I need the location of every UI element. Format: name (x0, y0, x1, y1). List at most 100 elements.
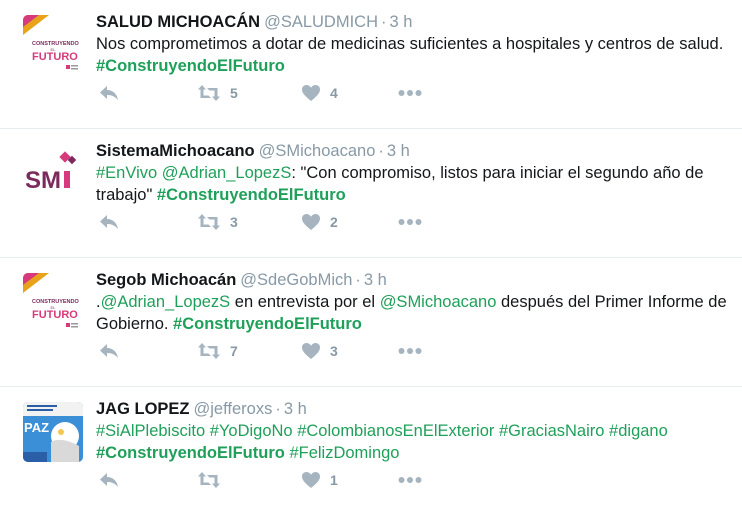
tweet-text-segment: Nos comprometimos a dotar de medicinas s… (96, 35, 724, 53)
author-name[interactable]: SistemaMichoacano (96, 142, 255, 160)
like-button[interactable]: 1 (301, 469, 338, 491)
hashtag-link[interactable]: #ConstruyendoElFuturo (96, 57, 285, 75)
tweet: CONSTRUYENDO EL FUTURO SALUD MICHOACÁN @S… (0, 0, 742, 129)
logo-text-line1: CONSTRUYENDO (32, 41, 79, 47)
heart-icon (302, 343, 320, 359)
reply-button[interactable] (98, 211, 120, 233)
reply-icon (100, 86, 118, 100)
retweet-button[interactable]: 3 (197, 211, 238, 233)
logo-text: SM (25, 167, 61, 194)
tweet: SM SistemaMichoacano @SMichoacano · 3 h #En… (0, 129, 742, 258)
heart-icon (302, 85, 320, 101)
author-name[interactable]: JAG LOPEZ (96, 400, 190, 418)
retweet-icon (198, 214, 220, 230)
more-button[interactable] (398, 82, 422, 104)
tweet-header: SistemaMichoacano @SMichoacano · 3 h (96, 141, 410, 161)
like-button[interactable]: 3 (301, 340, 338, 362)
tweet-header: JAG LOPEZ @jefferoxs · 3 h (96, 399, 307, 419)
author-name[interactable]: Segob Michoacán (96, 271, 236, 289)
reply-button[interactable] (98, 82, 120, 104)
tweet-text: #SiAlPlebiscito #YoDigoNo #ColombianosEn… (96, 420, 728, 464)
tweet-header: Segob Michoacán @SdeGobMich · 3 h (96, 270, 387, 290)
avatar[interactable]: PAZ (23, 402, 83, 462)
retweet-count: 3 (230, 214, 238, 230)
separator-dot: · (378, 142, 384, 160)
author-handle[interactable]: @jefferoxs (194, 400, 273, 418)
avatar[interactable]: CONSTRUYENDO EL FUTURO (23, 273, 83, 333)
tweet-time[interactable]: 3 h (364, 271, 387, 289)
hashtag-link[interactable]: #SiAlPlebiscito (96, 422, 205, 440)
tweet-timeline: CONSTRUYENDO EL FUTURO SALUD MICHOACÁN @S… (0, 0, 742, 516)
more-dots-icon (398, 477, 422, 483)
tweet-actions: 1 (96, 469, 496, 491)
mention-link[interactable]: @Adrian_LopezS (162, 164, 292, 182)
tweet-text: Nos comprometimos a dotar de medicinas s… (96, 33, 728, 77)
logo-text-line3: FUTURO (32, 51, 78, 63)
tweet-actions: 3 2 (96, 211, 496, 233)
more-button[interactable] (398, 211, 422, 233)
retweet-icon (198, 343, 220, 359)
hashtag-link[interactable]: #ConstruyendoElFuturo (173, 315, 362, 333)
like-count: 2 (330, 214, 338, 230)
tweet-time[interactable]: 3 h (387, 142, 410, 160)
hashtag-link[interactable]: #GraciasNairo (499, 422, 604, 440)
heart-icon (302, 472, 320, 488)
tweet-actions: 5 4 (96, 82, 496, 104)
like-count: 4 (330, 85, 338, 101)
mention-link[interactable]: @Adrian_LopezS (101, 293, 231, 311)
reply-button[interactable] (98, 469, 120, 491)
hashtag-link[interactable]: #ColombianosEnElExterior (297, 422, 494, 440)
like-count: 1 (330, 472, 338, 488)
reply-icon (100, 473, 118, 487)
tweet-text: .@Adrian_LopezS en entrevista por el @SM… (96, 291, 728, 335)
hashtag-link[interactable]: #FelizDomingo (289, 444, 399, 462)
more-dots-icon (398, 90, 422, 96)
retweet-icon (198, 472, 220, 488)
like-button[interactable]: 4 (301, 82, 338, 104)
separator-dot: · (275, 400, 281, 418)
tweet: PAZ JAG LOPEZ @jefferoxs · 3 h #SiAlPlebisc… (0, 387, 742, 516)
tweet-actions: 7 3 (96, 340, 496, 362)
hashtag-link[interactable]: #digano (609, 422, 668, 440)
retweet-button[interactable]: 5 (197, 82, 238, 104)
separator-dot: · (355, 271, 361, 289)
tweet-text-segment: en entrevista por el (230, 293, 380, 311)
mention-link[interactable]: @SMichoacano (380, 293, 497, 311)
like-count: 3 (330, 343, 338, 359)
author-handle[interactable]: @SdeGobMich (240, 271, 352, 289)
reply-icon (100, 344, 118, 358)
like-button[interactable]: 2 (301, 211, 338, 233)
avatar[interactable]: SM (23, 144, 83, 204)
avatar[interactable]: CONSTRUYENDO EL FUTURO (23, 15, 83, 75)
more-dots-icon (398, 219, 422, 225)
hashtag-link[interactable]: #YoDigoNo (210, 422, 293, 440)
tweet-time[interactable]: 3 h (390, 13, 413, 31)
construyendo-futuro-logo-icon: CONSTRUYENDO EL FUTURO (23, 273, 83, 333)
retweet-button[interactable]: 7 (197, 340, 238, 362)
hashtag-link[interactable]: #ConstruyendoElFuturo (96, 444, 285, 462)
retweet-icon (198, 85, 220, 101)
tweet: CONSTRUYENDO EL FUTURO Segob Michoacán @S… (0, 258, 742, 387)
author-handle[interactable]: @SALUDMICH (264, 13, 378, 31)
paz-image-icon: PAZ (23, 402, 83, 462)
hashtag-link[interactable]: #ConstruyendoElFuturo (157, 186, 346, 204)
more-button[interactable] (398, 340, 422, 362)
heart-icon (302, 214, 320, 230)
tweet-time[interactable]: 3 h (284, 400, 307, 418)
logo-text: PAZ (24, 420, 49, 435)
retweet-count: 5 (230, 85, 238, 101)
separator-dot: · (381, 13, 387, 31)
hashtag-link[interactable]: #EnVivo (96, 164, 157, 182)
author-handle[interactable]: @SMichoacano (259, 142, 376, 160)
more-button[interactable] (398, 469, 422, 491)
reply-button[interactable] (98, 340, 120, 362)
construyendo-futuro-logo-icon: CONSTRUYENDO EL FUTURO (23, 15, 83, 75)
tweet-header: SALUD MICHOACÁN @SALUDMICH · 3 h (96, 12, 412, 32)
retweet-button[interactable] (197, 469, 230, 491)
sm-logo-icon: SM (23, 144, 83, 204)
logo-text-line3: FUTURO (32, 309, 78, 321)
tweet-text: #EnVivo @Adrian_LopezS: "Con compromiso,… (96, 162, 728, 206)
retweet-count: 7 (230, 343, 238, 359)
more-dots-icon (398, 348, 422, 354)
author-name[interactable]: SALUD MICHOACÁN (96, 13, 260, 31)
